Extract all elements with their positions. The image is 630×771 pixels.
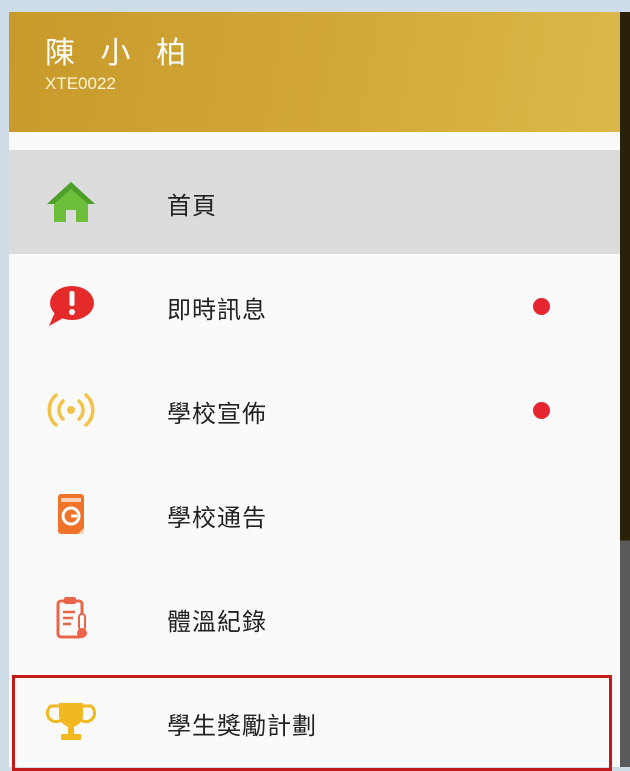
- menu-item-school-announcements[interactable]: 學校宣佈: [9, 358, 620, 462]
- menu-item-label: 學生獎勵計劃: [167, 712, 317, 740]
- menu-item-student-reward-plan[interactable]: 學生獎勵計劃: [9, 670, 620, 767]
- menu-item-school-notices[interactable]: 學校通告: [9, 462, 620, 566]
- menu-item-label: 即時訊息: [167, 296, 267, 324]
- user-name: 陳 小 柏: [45, 36, 195, 71]
- home-icon: [45, 180, 97, 224]
- notice-book-icon: [45, 492, 97, 536]
- menu-item-label: 首頁: [167, 192, 217, 220]
- navigation-drawer: 陳 小 柏 XTE0022 首頁 即時訊息 學校宣佈 學校通告 體溫紀錄 學生獎…: [9, 12, 620, 767]
- window-frame-left: [0, 0, 9, 767]
- drawer-menu: 首頁 即時訊息 學校宣佈 學校通告 體溫紀錄 學生獎勵計劃: [9, 150, 620, 767]
- menu-item-label: 體溫紀錄: [167, 608, 267, 636]
- window-frame-top: [0, 0, 630, 12]
- broadcast-icon: [45, 388, 97, 432]
- clipboard-thermometer-icon: [45, 596, 97, 640]
- drawer-header: 陳 小 柏 XTE0022: [9, 12, 620, 132]
- menu-item-home[interactable]: 首頁: [9, 150, 620, 254]
- menu-item-temperature-record[interactable]: 體溫紀錄: [9, 566, 620, 670]
- unread-badge-dot: [533, 298, 550, 315]
- dimmed-app-content[interactable]: [620, 12, 630, 767]
- menu-item-instant-messages[interactable]: 即時訊息: [9, 254, 620, 358]
- menu-item-label: 學校通告: [167, 504, 267, 532]
- menu-item-label: 學校宣佈: [167, 400, 267, 428]
- trophy-icon: [45, 700, 97, 744]
- user-id: XTE0022: [45, 74, 116, 93]
- unread-badge-dot: [533, 402, 550, 419]
- alert-speech-bubble-icon: [45, 284, 97, 328]
